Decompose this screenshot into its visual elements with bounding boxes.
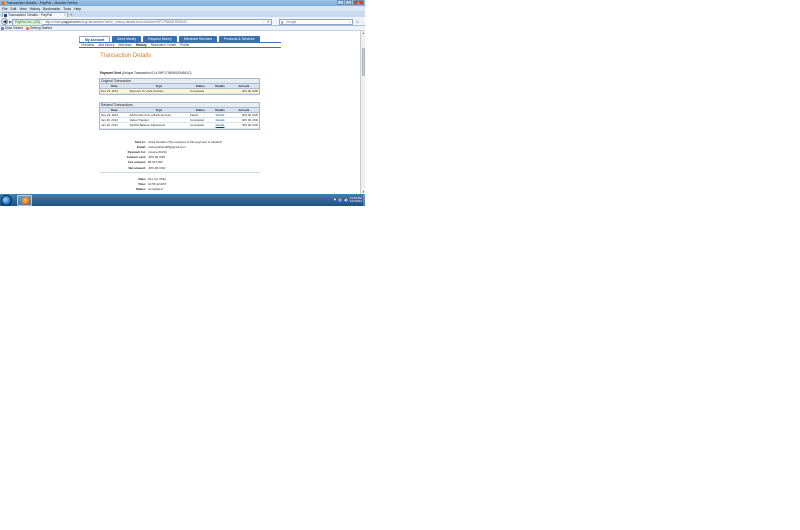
- bookmark-most-visited[interactable]: Most Visited: [1, 26, 23, 30]
- site-identity[interactable]: PayPal, Inc. (US): [13, 19, 43, 25]
- table-row: Jan 26, 2013 PayPal Balance Adjustment C…: [100, 122, 259, 129]
- scroll-up-icon[interactable]: ▲: [362, 31, 365, 35]
- subnav-add-money[interactable]: Add Money: [98, 43, 114, 47]
- payment-sent-label: Payment Sent: [100, 71, 122, 75]
- reload-icon[interactable]: ⟳: [267, 20, 270, 24]
- cell-type: Payment To Ursla Graham: [128, 88, 190, 95]
- firefox-icon: [1, 1, 5, 5]
- subnav-history[interactable]: History: [136, 43, 147, 47]
- taskbar: ⚑ ▥ ◀) 11:15 AM 1/21/2013: [0, 194, 365, 206]
- menu-history[interactable]: History: [30, 7, 41, 11]
- cell-date: Dec 23, 2012: [100, 88, 129, 95]
- close-button[interactable]: ✕: [353, 0, 364, 5]
- cell-date: Jan 26, 2013: [100, 122, 129, 129]
- url-bar[interactable]: PayPal, Inc. (US) https://www.paypal.com…: [12, 18, 272, 25]
- window-title: Transaction Details - PayPal - Mozilla F…: [6, 0, 78, 5]
- bookmark-star-icon[interactable]: ☆: [262, 20, 265, 24]
- maximize-button[interactable]: □: [345, 0, 352, 5]
- flag-icon[interactable]: ⚑: [333, 198, 336, 202]
- search-bar: g ⌕: [279, 18, 353, 25]
- home-icon[interactable]: ⌂: [356, 19, 359, 25]
- cell-status: Completed: [189, 88, 212, 95]
- cell-details: [211, 88, 229, 95]
- minimize-button[interactable]: –: [337, 0, 344, 5]
- cell-status: Completed: [189, 122, 212, 129]
- window-controls: – □ ✕: [337, 0, 364, 5]
- payment-sent-line: Payment Sent (Unique Transaction ID # 0H…: [100, 71, 191, 75]
- subnav-overview[interactable]: Overview: [81, 43, 94, 47]
- menu-tools[interactable]: Tools: [63, 7, 71, 11]
- subnav-profile[interactable]: Profile: [180, 43, 189, 47]
- volume-icon[interactable]: ◀): [344, 198, 348, 202]
- search-input[interactable]: [286, 20, 346, 25]
- page-viewport: My Account Send Money Request Money Merc…: [0, 31, 360, 194]
- original-transaction-box: Original Transaction Date Type Status De…: [99, 78, 260, 96]
- related-transactions-box: Related Transactions Date Type Status De…: [99, 102, 260, 130]
- details-link[interactable]: Details: [211, 122, 229, 129]
- scrollbar-thumb[interactable]: [361, 48, 365, 76]
- network-icon[interactable]: ▥: [338, 198, 341, 202]
- menu-help[interactable]: Help: [74, 7, 81, 11]
- url-text[interactable]: https://www.paypal.com/us/cgi-bin/webscr…: [45, 20, 267, 24]
- taskbar-firefox-button[interactable]: [17, 194, 32, 206]
- vertical-scrollbar[interactable]: ▲ ▼: [360, 31, 365, 194]
- payment-date-details: Date: Dec 23, 2012 Time: 12:56:12 EST Stat…: [100, 176, 290, 192]
- payment-details: Sent to: Ursla Graham (The recipient of t…: [100, 139, 290, 170]
- clock[interactable]: 11:15 AM 1/21/2013: [350, 196, 362, 204]
- show-desktop-button[interactable]: [363, 194, 365, 206]
- transaction-id: (Unique Transaction ID # 0HF17940M193454…: [121, 71, 192, 75]
- paypal-sub-nav: Overview Add Money Withdraw History Reso…: [79, 43, 281, 48]
- search-icon[interactable]: ⌕: [349, 20, 351, 24]
- rss-icon: [25, 26, 29, 30]
- folder-icon: [1, 26, 4, 30]
- detail-row: Status: Completed: [135, 186, 163, 191]
- subnav-resolution-center[interactable]: Resolution Center: [151, 43, 177, 47]
- cell-type: PayPal Balance Adjustment: [128, 122, 190, 129]
- cell-amount: $70.00 USD: [228, 122, 259, 129]
- related-transactions-table: Date Type Status Details Amount Dec 23, …: [100, 108, 259, 129]
- original-transaction-table: Date Type Status Details Amount Dec 23, …: [100, 84, 259, 95]
- menu-bookmarks[interactable]: Bookmarks: [43, 7, 60, 11]
- menu-file[interactable]: File: [2, 7, 7, 11]
- navigation-bar: ◀ ▶ PayPal, Inc. (US) https://www.paypal…: [0, 17, 365, 26]
- subnav-withdraw[interactable]: Withdraw: [118, 43, 131, 47]
- menu-edit[interactable]: Edit: [10, 7, 16, 11]
- back-button[interactable]: ◀: [1, 18, 8, 25]
- google-icon[interactable]: g: [281, 20, 283, 24]
- page-title: Transaction Details: [100, 53, 152, 59]
- screen: Transaction Details - PayPal - Mozilla F…: [0, 0, 365, 206]
- detail-row: Net amount: -$70.00 USD: [128, 165, 166, 170]
- menu-view[interactable]: View: [19, 7, 26, 11]
- start-button[interactable]: [1, 194, 12, 206]
- table-row: Dec 23, 2012 Payment To Ursla Graham Com…: [100, 88, 259, 95]
- system-tray: ⚑ ▥ ◀) 11:15 AM 1/21/2013: [318, 195, 362, 205]
- firefox-icon: [21, 197, 30, 205]
- cell-amount: -$70.00 USD: [228, 88, 259, 95]
- bookmark-getting-started[interactable]: Getting Started: [25, 26, 52, 30]
